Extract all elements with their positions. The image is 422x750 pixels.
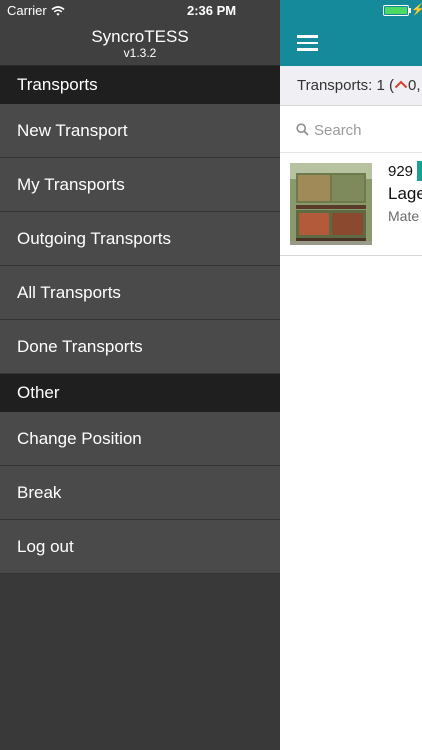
menu-item-break[interactable]: Break [0,466,280,520]
drawer-header: Carrier 2:36 PM SyncroTESS v1.3.2 [0,0,280,66]
status-time: 2:36 PM [187,3,237,18]
nav-bar: ⚡ [280,0,422,66]
section-header-transports: Transports [0,66,280,104]
search-icon [296,123,309,136]
search-bar [280,107,422,153]
side-drawer: Carrier 2:36 PM SyncroTESS v1.3.2 Transp… [0,0,280,750]
search-input[interactable] [314,117,422,143]
hamburger-menu-icon[interactable] [297,35,318,51]
battery-icon [383,5,409,16]
charging-bolt-icon: ⚡ [411,4,422,16]
section-header-other: Other [0,374,280,412]
menu-item-new-transport[interactable]: New Transport [0,104,280,158]
app-version: v1.3.2 [123,46,157,60]
main-panel: ⚡ Transports: 1 ( 0, Search 929 Lage Mate [280,0,422,750]
transport-thumbnail [290,163,372,245]
menu-item-change-position[interactable]: Change Position [0,412,280,466]
transport-count-suffix: 0, [407,77,421,94]
menu-item-outgoing-transports[interactable]: Outgoing Transports [0,212,280,266]
menu-item-done-transports[interactable]: Done Transports [0,320,280,374]
battery-level [385,7,407,14]
app-title: SyncroTESS [91,27,189,46]
menu-item-all-transports[interactable]: All Transports [0,266,280,320]
transport-status-badge [417,161,422,181]
transport-count-label: Transports: 1 ( [297,77,394,94]
status-carrier: Carrier [7,3,65,18]
menu-item-log-out[interactable]: Log out [0,520,280,574]
carrier-label: Carrier [7,3,47,18]
transport-title: Lage [388,184,422,203]
menu-item-my-transports[interactable]: My Transports [0,158,280,212]
transport-subtitle: Mate [388,208,420,224]
transport-number: 929 [388,163,414,180]
transport-list-item[interactable]: 929 Lage Mate [280,153,422,256]
chevron-up-icon [394,80,408,89]
wifi-icon [51,5,65,16]
transport-count-bar: Transports: 1 ( 0, [280,66,422,106]
